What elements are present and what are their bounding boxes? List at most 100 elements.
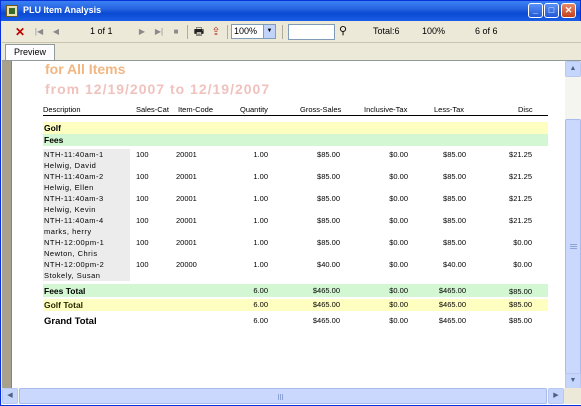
cell-disc: $21.25	[509, 150, 532, 159]
scroll-down-button[interactable]: ▼	[565, 373, 581, 389]
row-description: NTH-11:40am-2 Helwig, Ellen	[43, 171, 130, 193]
cell-gross-sales: $85.00	[317, 238, 340, 247]
prev-page-icon[interactable]: ◀	[50, 24, 62, 40]
chevron-left-icon: ◀	[7, 392, 13, 399]
golf-total-disc: $85.00	[509, 300, 532, 309]
row-line1: NTH-12:00pm-2	[44, 260, 105, 269]
tab-bar: Preview	[2, 43, 581, 60]
row-description: NTH-12:00pm-1 Newton, Chris	[43, 237, 130, 259]
cell-gross-sales: $40.00	[317, 260, 340, 269]
group-label: Golf	[44, 123, 61, 133]
report-title: for All Items	[45, 61, 126, 77]
plu-item-analysis-window: PLU Item Analysis _ □ ✕ ✕ |◀ ◀ 1 of 1 ▶ …	[0, 0, 581, 406]
cell-disc: $0.00	[513, 238, 532, 247]
row-line2: Helwig, David	[44, 161, 97, 170]
percent-indicator: 100%	[422, 26, 446, 36]
golf-total-quantity: 6.00	[253, 300, 268, 309]
cell-gross-sales: $85.00	[317, 150, 340, 159]
total-count: Total:6	[373, 26, 400, 36]
page-margin-gutter	[2, 61, 11, 389]
zoom-value: 100%	[234, 26, 258, 36]
chevron-down-icon: ▼	[569, 377, 577, 384]
last-page-icon[interactable]: ▶|	[152, 24, 166, 40]
app-icon[interactable]	[6, 5, 18, 17]
scroll-right-button[interactable]: ▶	[548, 388, 564, 404]
row-line1: NTH-11:40am-3	[44, 194, 104, 203]
tab-preview[interactable]: Preview	[5, 44, 55, 60]
cell-quantity: 1.00	[253, 216, 268, 225]
cell-less-tax: $85.00	[443, 194, 466, 203]
row-line1: NTH-11:40am-4	[44, 216, 104, 225]
vertical-scrollbar[interactable]: ▲ ▼	[565, 61, 581, 389]
search-input[interactable]	[288, 24, 335, 40]
fees-total-gross: $465.00	[312, 286, 340, 295]
cell-quantity: 1.00	[253, 194, 268, 203]
cell-inclusive-tax: $0.00	[389, 194, 408, 203]
horizontal-scroll-thumb[interactable]	[19, 388, 547, 404]
resize-grip[interactable]	[564, 388, 581, 404]
golf-total-less-tax: $465.00	[438, 300, 466, 309]
cell-quantity: 1.00	[253, 260, 268, 269]
preview-viewport: for All Items from 12/19/2007 to 12/19/2…	[2, 60, 581, 405]
close-report-icon[interactable]: ✕	[13, 24, 27, 40]
cell-gross-sales: $85.00	[317, 194, 340, 203]
cell-disc: $21.25	[509, 194, 532, 203]
col-header-gross-sales: Gross-Sales	[300, 105, 342, 114]
grand-total-gross: $465.00	[312, 316, 340, 325]
first-page-icon[interactable]: |◀	[32, 24, 46, 40]
grand-total-less-tax: $465.00	[438, 316, 466, 325]
cell-less-tax: $85.00	[443, 172, 466, 181]
cell-quantity: 1.00	[253, 150, 268, 159]
group-band-fees: Fees	[43, 134, 548, 146]
zoom-select[interactable]: 100% ▼	[231, 24, 276, 39]
page-indicator: 1 of 1	[90, 26, 113, 36]
export-icon[interactable]: ⇪	[209, 24, 223, 40]
row-description: NTH-11:40am-1 Helwig, David	[43, 149, 130, 171]
scroll-left-button[interactable]: ◀	[2, 388, 18, 404]
header-divider	[43, 115, 548, 116]
grip-line	[278, 394, 279, 400]
row-line2: marks, herry	[44, 227, 92, 236]
row-line2: Newton, Chris	[44, 249, 98, 258]
row-line1: NTH-11:40am-2	[44, 172, 104, 181]
grip-line	[570, 244, 577, 245]
golf-total-band: Golf Total	[43, 299, 548, 311]
cell-inclusive-tax: $0.00	[389, 172, 408, 181]
fees-total-inclusive-tax: $0.00	[389, 286, 408, 295]
close-icon: ✕	[564, 5, 573, 15]
next-page-icon[interactable]: ▶	[136, 24, 148, 40]
close-button[interactable]: ✕	[561, 3, 576, 18]
scroll-up-button[interactable]: ▲	[565, 61, 581, 77]
vertical-scroll-thumb[interactable]	[565, 119, 581, 375]
fees-total-less-tax: $465.00	[438, 286, 466, 295]
grand-total-quantity: 6.00	[253, 316, 268, 325]
group-band-golf: Golf	[43, 122, 548, 134]
chevron-down-icon[interactable]: ▼	[263, 25, 275, 38]
report-toolbar: ✕ |◀ ◀ 1 of 1 ▶ ▶| ■ 🖶 ⇪ 100% ▼ ⚲ Total:…	[2, 21, 581, 43]
cell-sales-cat: 100	[136, 150, 149, 159]
cell-inclusive-tax: $0.00	[389, 238, 408, 247]
title-bar[interactable]: PLU Item Analysis _ □ ✕	[1, 1, 580, 21]
maximize-button[interactable]: □	[544, 3, 559, 18]
window-title: PLU Item Analysis	[23, 5, 102, 15]
cell-sales-cat: 100	[136, 216, 149, 225]
minimize-button[interactable]: _	[528, 3, 543, 18]
col-header-inclusive-tax: Inclusive-Tax	[364, 105, 408, 114]
cell-disc: $21.25	[509, 172, 532, 181]
cell-less-tax: $85.00	[443, 150, 466, 159]
report-page: for All Items from 12/19/2007 to 12/19/2…	[28, 61, 565, 389]
stop-icon[interactable]: ■	[170, 24, 182, 40]
fees-total-label: Fees Total	[44, 286, 86, 296]
grip-line	[570, 246, 577, 247]
chevron-up-icon: ▲	[569, 65, 577, 72]
horizontal-scrollbar[interactable]: ◀ ▶	[2, 388, 564, 404]
print-icon[interactable]: 🖶	[192, 24, 206, 40]
cell-sales-cat: 100	[136, 238, 149, 247]
toolbar-divider	[187, 25, 188, 39]
cell-gross-sales: $85.00	[317, 172, 340, 181]
cell-less-tax: $85.00	[443, 216, 466, 225]
binoculars-find-icon[interactable]: ⚲	[339, 24, 347, 37]
cell-inclusive-tax: $0.00	[389, 216, 408, 225]
row-description: NTH-11:40am-4 marks, herry	[43, 215, 130, 237]
cell-sales-cat: 100	[136, 260, 149, 269]
